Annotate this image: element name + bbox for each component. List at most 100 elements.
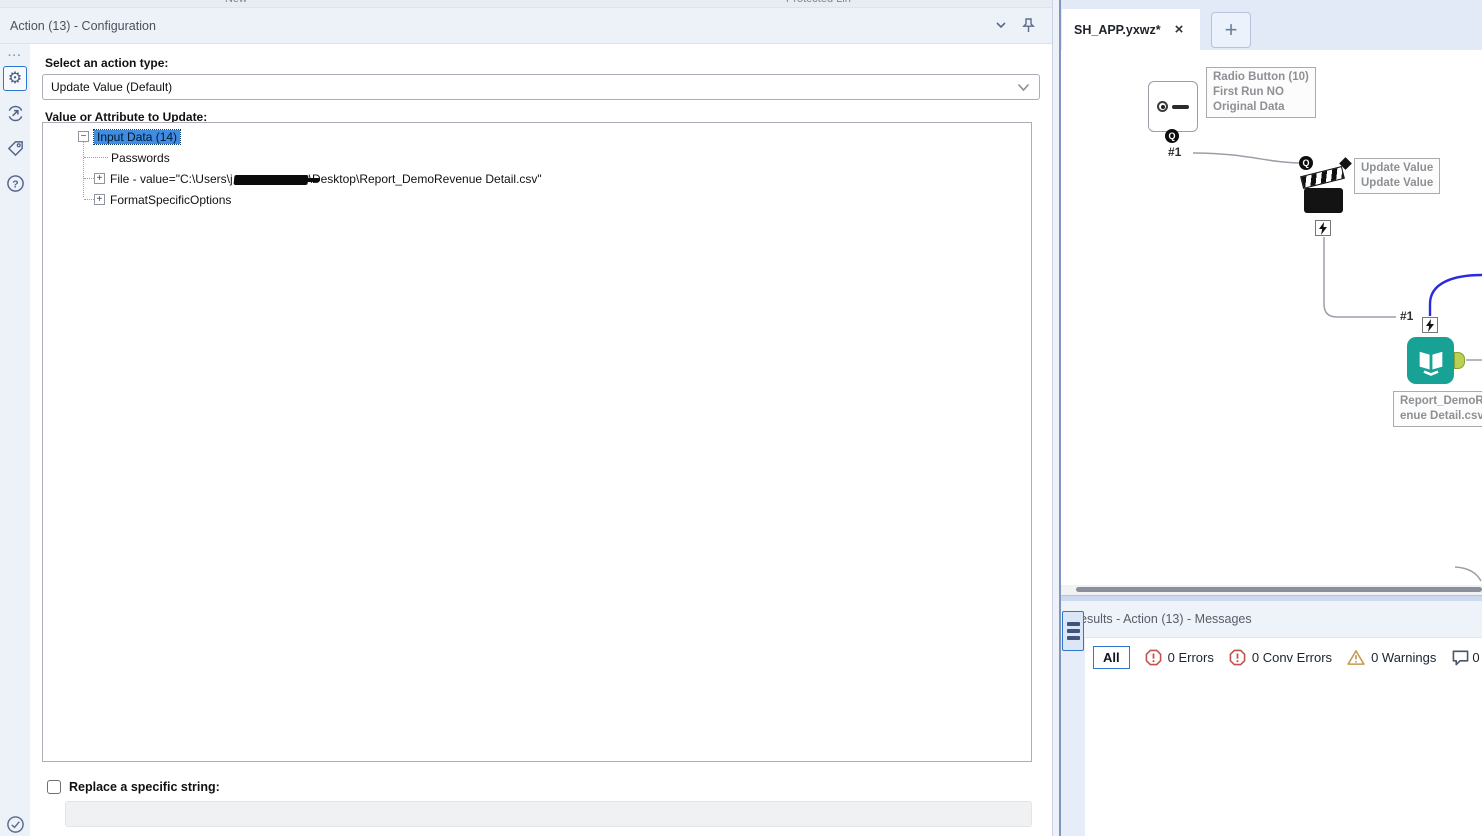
wire-bottom-corner — [1454, 566, 1482, 582]
radio-tool-annotation[interactable]: Radio Button (10) First Run NO Original … — [1206, 67, 1316, 118]
replace-string-row: Replace a specific string: — [47, 780, 220, 794]
tree-row-format-options[interactable]: + FormatSpecificOptions — [94, 191, 231, 208]
radio-button-tool[interactable] — [1148, 81, 1198, 132]
canvas-horizontal-scrollbar[interactable] — [1061, 585, 1482, 595]
configuration-tab-button[interactable]: ⚙ — [3, 66, 27, 91]
workflow-canvas[interactable]: Q #1 Radio Button (10) First Run NO Orig… — [1061, 50, 1482, 585]
toolbar-fragment-new: New — [225, 0, 247, 5]
wire-label: #1 — [1168, 145, 1182, 159]
annotation-tab-button[interactable] — [3, 136, 27, 161]
configuration-panel-title: Action (13) - Configuration — [10, 19, 156, 33]
results-filter-toolbar: All 0 Errors 0 Conv Errors 0 Warnings 0 — [1093, 646, 1480, 669]
connection-wires — [1192, 152, 1482, 582]
replace-string-label: Replace a specific string: — [69, 780, 220, 794]
warning-triangle-icon — [1347, 650, 1365, 665]
filter-all-button[interactable]: All — [1093, 646, 1130, 669]
expand-icon[interactable]: + — [94, 194, 105, 205]
tree-item-label[interactable]: Passwords — [111, 151, 170, 165]
annotation-line: Report_DemoRev — [1400, 395, 1482, 407]
chevron-down-icon — [1017, 83, 1030, 92]
tree-row-input-data[interactable]: − Input Data (14) — [78, 128, 182, 145]
output-anchor-icon[interactable] — [1454, 352, 1465, 369]
clipped-top-toolbar: New Protected Lin — [0, 0, 1052, 8]
filter-label: 0 — [1472, 650, 1480, 665]
filter-label: 0 Conv Errors — [1251, 650, 1333, 665]
error-octagon-icon — [1229, 649, 1246, 666]
tree-row-passwords[interactable]: Passwords — [111, 149, 170, 166]
replace-string-input[interactable] — [65, 801, 1032, 827]
action-type-dropdown[interactable]: Update Value (Default) — [42, 74, 1040, 100]
question-anchor-icon[interactable]: Q — [1165, 129, 1179, 143]
tree-item-label[interactable]: File - value="C:\Users\j — [110, 172, 233, 186]
tree-item-label[interactable]: \Desktop\Report_DemoRevenue Detail.csv" — [309, 172, 542, 186]
help-tab-button[interactable]: ? — [3, 171, 27, 196]
list-icon — [1066, 636, 1080, 640]
wire-selected-to-input — [1428, 273, 1482, 316]
filter-errors-button[interactable]: 0 Errors — [1145, 649, 1214, 666]
annotation-line: Update Value — [1361, 176, 1434, 189]
input-tool-annotation[interactable]: Report_DemoRev enue Detail.csv — [1393, 391, 1482, 427]
list-icon — [1066, 629, 1080, 633]
filter-warnings-button[interactable]: 0 Warnings — [1347, 649, 1436, 666]
replace-string-checkbox[interactable] — [47, 780, 61, 794]
close-icon[interactable]: × — [1175, 22, 1184, 37]
redaction-mark — [233, 174, 309, 185]
messages-view-button[interactable] — [1062, 611, 1084, 651]
tree-item-label-selected[interactable]: Input Data (14) — [92, 128, 182, 145]
lightning-anchor-icon[interactable] — [1315, 220, 1331, 236]
annotation-line: Radio Button (10) — [1213, 71, 1309, 83]
tree-row-file-value[interactable]: + File - value="C:\Users\j \Desktop\Repor… — [94, 170, 542, 187]
action-type-selected-value: Update Value (Default) — [51, 80, 173, 94]
circular-arrow-icon — [8, 105, 22, 122]
pin-icon[interactable] — [1021, 18, 1036, 37]
annotation-line: Original Data — [1213, 100, 1285, 113]
tree-connector-line — [83, 141, 84, 197]
results-panel: Results - Action (13) - Messages ····· A… — [1061, 601, 1482, 836]
gear-icon: ⚙ — [7, 69, 23, 87]
scrollbar-thumb[interactable] — [1076, 587, 1482, 592]
wire-action-output — [1323, 237, 1396, 318]
check-circle-icon — [6, 816, 24, 833]
collapse-icon[interactable]: − — [78, 131, 89, 142]
expand-icon[interactable]: + — [94, 173, 105, 184]
lightning-anchor-icon[interactable] — [1422, 317, 1438, 333]
configuration-icon-rail: ··· ⚙ ? — [0, 44, 30, 836]
document-tab-bar: SH_APP.yxwz* × + — [1061, 0, 1482, 50]
annotation-line: enue Detail.csv — [1400, 409, 1482, 422]
configuration-panel-header: Action (13) - Configuration — [0, 8, 1052, 44]
workflow-tab-button[interactable] — [3, 101, 27, 126]
radio-dash-icon — [1172, 104, 1189, 109]
annotation-line: Update Value — [1361, 162, 1434, 174]
tab-title: SH_APP.yxwz* — [1074, 22, 1161, 37]
list-icon — [1066, 622, 1080, 626]
radio-circle-icon — [1157, 101, 1168, 112]
question-anchor-icon[interactable]: Q — [1299, 156, 1313, 170]
action-tool-annotation[interactable]: Update Value Update Value — [1354, 158, 1441, 194]
tree-connector-line — [84, 178, 94, 179]
svg-text:?: ? — [12, 179, 18, 190]
open-book-icon — [1419, 351, 1442, 376]
rail-overflow-icon[interactable]: ··· — [0, 50, 30, 62]
filter-label: 0 Errors — [1167, 650, 1214, 665]
wire-label: #1 — [1400, 309, 1414, 323]
action-type-label: Select an action type: — [45, 56, 169, 70]
filter-messages-button[interactable]: 0 — [1451, 649, 1480, 666]
action-tool[interactable] — [1300, 157, 1352, 214]
tag-icon — [7, 141, 23, 157]
filter-conv-errors-button[interactable]: 0 Conv Errors — [1229, 649, 1332, 666]
configuration-panel-body: Select an action type: Update Value (Def… — [30, 44, 1052, 836]
question-icon: ? — [6, 175, 24, 192]
filter-label: 0 Warnings — [1371, 650, 1437, 665]
tree-connector-line — [84, 157, 108, 158]
value-attribute-tree: − Input Data (14) Passwords + File - val… — [42, 122, 1032, 762]
tree-item-label[interactable]: FormatSpecificOptions — [110, 193, 231, 207]
status-ok-button[interactable] — [3, 812, 27, 836]
new-tab-button[interactable]: + — [1211, 12, 1251, 48]
results-side-strip: ····· — [1061, 638, 1085, 836]
input-data-tool[interactable] — [1407, 337, 1454, 384]
message-bubble-icon — [1452, 650, 1469, 666]
toolbar-fragment-protected: Protected Lin — [786, 0, 851, 5]
tab-sh-app[interactable]: SH_APP.yxwz* × — [1062, 9, 1200, 50]
chevron-down-icon[interactable] — [994, 18, 1008, 35]
alteryx-designer-window: New Protected Lin Action (13) - Configur… — [0, 0, 1482, 836]
